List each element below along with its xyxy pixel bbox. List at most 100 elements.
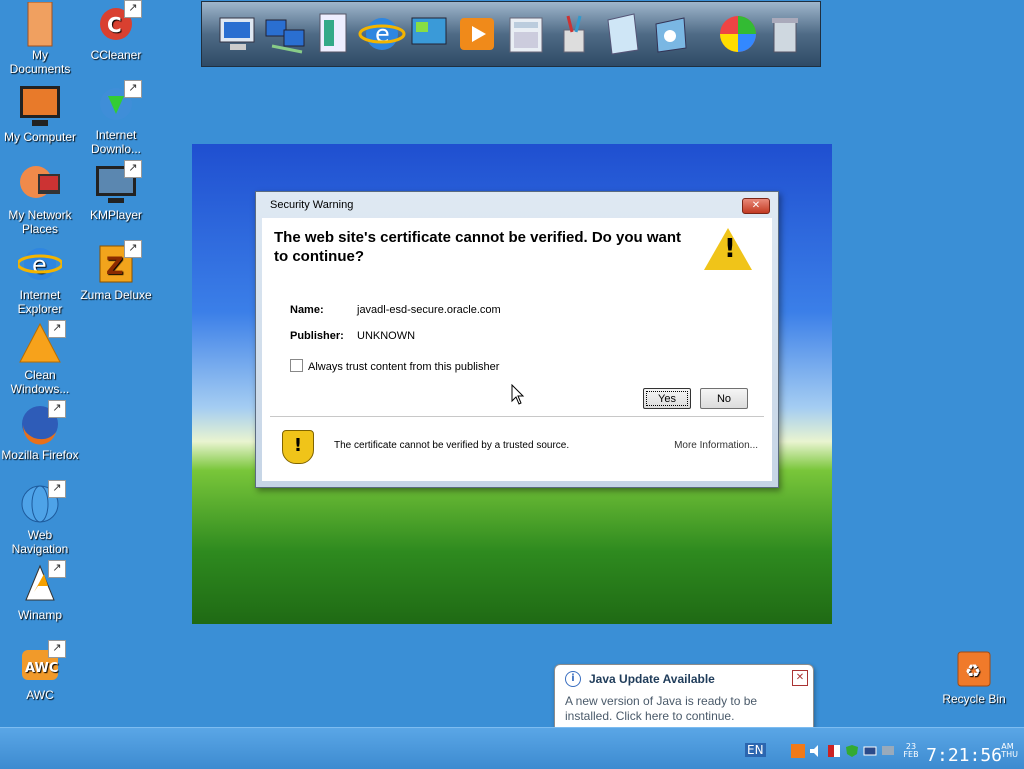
folder-icon [18, 1, 62, 47]
no-button[interactable]: No [700, 388, 748, 409]
svg-text:AWC: AWC [25, 661, 58, 676]
desktop-icon-zuma-deluxe[interactable]: Z ↗ Zuma Deluxe [76, 240, 156, 302]
ccleaner-icon: C ↗ [94, 0, 142, 46]
internet-explorer-icon[interactable]: e [358, 10, 406, 58]
download-manager-icon: ↗ [94, 80, 142, 126]
volume-icon[interactable] [809, 744, 823, 758]
dialog-panel: The web site's certificate cannot be ver… [262, 218, 772, 481]
security-warning-dialog: Security Warning ✕ The web site's certif… [255, 191, 779, 488]
desktop-icon-my-computer[interactable]: My Computer [0, 84, 80, 144]
clock-time[interactable]: 7:21:56 [926, 745, 1002, 766]
desktop-icon-kmplayer[interactable]: ↗ KMPlayer [76, 160, 156, 222]
document-viewer-icon[interactable] [310, 10, 358, 58]
yes-button[interactable]: Yes [643, 388, 691, 409]
balloon-message[interactable]: A new version of Java is ready to be ins… [565, 694, 805, 724]
name-label: Name: [290, 304, 324, 316]
icon-label: Internet Downlo... [90, 128, 142, 156]
shortcut-arrow-icon: ↗ [48, 400, 66, 418]
trash-icon[interactable] [762, 10, 810, 58]
paint-icon[interactable] [550, 10, 598, 58]
icon-label: Clean Windows... [10, 368, 70, 396]
calculator-icon[interactable] [502, 10, 550, 58]
desktop-icon-clean-windows[interactable]: ↗ Clean Windows... [0, 320, 80, 396]
desktop-icon-mozilla-firefox[interactable]: ↗ Mozilla Firefox [0, 400, 80, 462]
desktop-icon-ccleaner[interactable]: C ↗ CCleaner [76, 0, 156, 62]
clock-weekday: AM THU [1001, 743, 1018, 759]
icon-label: Web Navigation [11, 528, 69, 556]
close-icon[interactable]: ✕ [742, 198, 770, 214]
recycle-bin-icon: ♻ [952, 646, 996, 690]
globe-icon: ↗ [18, 480, 66, 526]
more-information-link[interactable]: More Information... [674, 440, 758, 451]
shortcut-arrow-icon: ↗ [124, 80, 142, 98]
clock-month: FEB [903, 750, 919, 759]
desktop-icon-internet-download-manager[interactable]: ↗ Internet Downlo... [76, 80, 156, 156]
desktop-icon-my-network-places[interactable]: My Network Places [0, 162, 80, 236]
desktop-icon-winamp[interactable]: ↗ Winamp [0, 560, 80, 622]
icon-label: Mozilla Firefox [1, 448, 79, 462]
awc-icon: AWC ↗ [18, 640, 66, 686]
clean-windows-icon: ↗ [18, 320, 66, 366]
balloon-title: Java Update Available [589, 672, 715, 686]
warning-icon: ! [704, 228, 752, 270]
shield-tray-icon[interactable] [845, 744, 859, 758]
network-places-icon [18, 162, 62, 206]
icon-label: My Network Places [8, 208, 72, 236]
icon-label: Recycle Bin [942, 692, 1006, 706]
shortcut-arrow-icon: ↗ [48, 640, 66, 658]
control-panel-icon[interactable] [646, 10, 694, 58]
icon-label: Zuma Deluxe [80, 288, 152, 302]
shortcut-arrow-icon: ↗ [124, 160, 142, 178]
svg-text:e: e [375, 20, 390, 48]
network-tray-icon[interactable] [863, 744, 877, 758]
certificate-message: The certificate cannot be verified by a … [334, 440, 570, 451]
icon-label: My Documents [9, 48, 71, 76]
computer-icon [18, 84, 62, 128]
icon-label: My Computer [3, 130, 77, 144]
shortcut-arrow-icon: ↗ [48, 480, 66, 498]
publisher-label: Publisher: [290, 330, 344, 342]
desktop-icon-my-documents[interactable]: My Documents [0, 1, 80, 76]
internet-explorer-icon: e [16, 242, 64, 286]
kmplayer-icon: ↗ [94, 160, 142, 206]
taskbar: EN 23 FEB 7:21:56 AM THU [0, 727, 1024, 769]
zuma-icon: Z ↗ [94, 240, 142, 286]
shortcut-arrow-icon: ↗ [48, 320, 66, 338]
icon-label: KMPlayer [89, 208, 142, 222]
always-trust-row: Always trust content from this publisher [290, 359, 499, 373]
always-trust-label: Always trust content from this publisher [308, 361, 500, 373]
security-tray-icon[interactable] [827, 744, 841, 758]
shortcut-arrow-icon: ↗ [124, 240, 142, 258]
desktop-icon-recycle-bin[interactable]: ♻ Recycle Bin [934, 646, 1014, 706]
icon-label: CCleaner [90, 48, 142, 62]
shortcut-arrow-icon: ↗ [48, 560, 66, 578]
firefox-icon: ↗ [18, 400, 66, 446]
icon-label: AWC [26, 688, 54, 702]
svg-text:Z: Z [106, 252, 123, 280]
java-update-balloon[interactable]: i Java Update Available ✕ A new version … [554, 664, 814, 747]
dialog-title: Security Warning [270, 199, 354, 211]
desktop-icon-internet-explorer[interactable]: e Internet Explorer [0, 242, 80, 316]
balloon-close-icon[interactable]: ✕ [792, 670, 808, 686]
java-tray-icon[interactable] [791, 744, 805, 758]
windows-start-icon[interactable] [714, 10, 762, 58]
svg-text:♻: ♻ [965, 661, 981, 682]
dialog-heading: The web site's certificate cannot be ver… [274, 229, 681, 265]
monitor-icon[interactable] [214, 10, 262, 58]
clock-weekday-label: THU [1001, 750, 1018, 759]
clock-date: 23 FEB [902, 743, 920, 759]
always-trust-checkbox[interactable] [290, 359, 303, 372]
icon-label: Winamp [17, 608, 62, 622]
dialog-titlebar[interactable]: Security Warning ✕ [256, 192, 778, 218]
notepad-icon[interactable] [598, 10, 646, 58]
shield-warning-icon: ! [282, 430, 314, 464]
publisher-value: UNKNOWN [357, 330, 416, 342]
presentation-icon[interactable] [406, 10, 454, 58]
display-tray-icon[interactable] [881, 744, 895, 758]
language-indicator[interactable]: EN [745, 743, 766, 757]
media-player-icon[interactable] [454, 10, 502, 58]
icon-label: Internet Explorer [17, 288, 63, 316]
desktop-icon-web-navigation[interactable]: ↗ Web Navigation [0, 480, 80, 556]
network-icon[interactable] [262, 10, 310, 58]
desktop-icon-awc[interactable]: AWC ↗ AWC [0, 640, 80, 702]
